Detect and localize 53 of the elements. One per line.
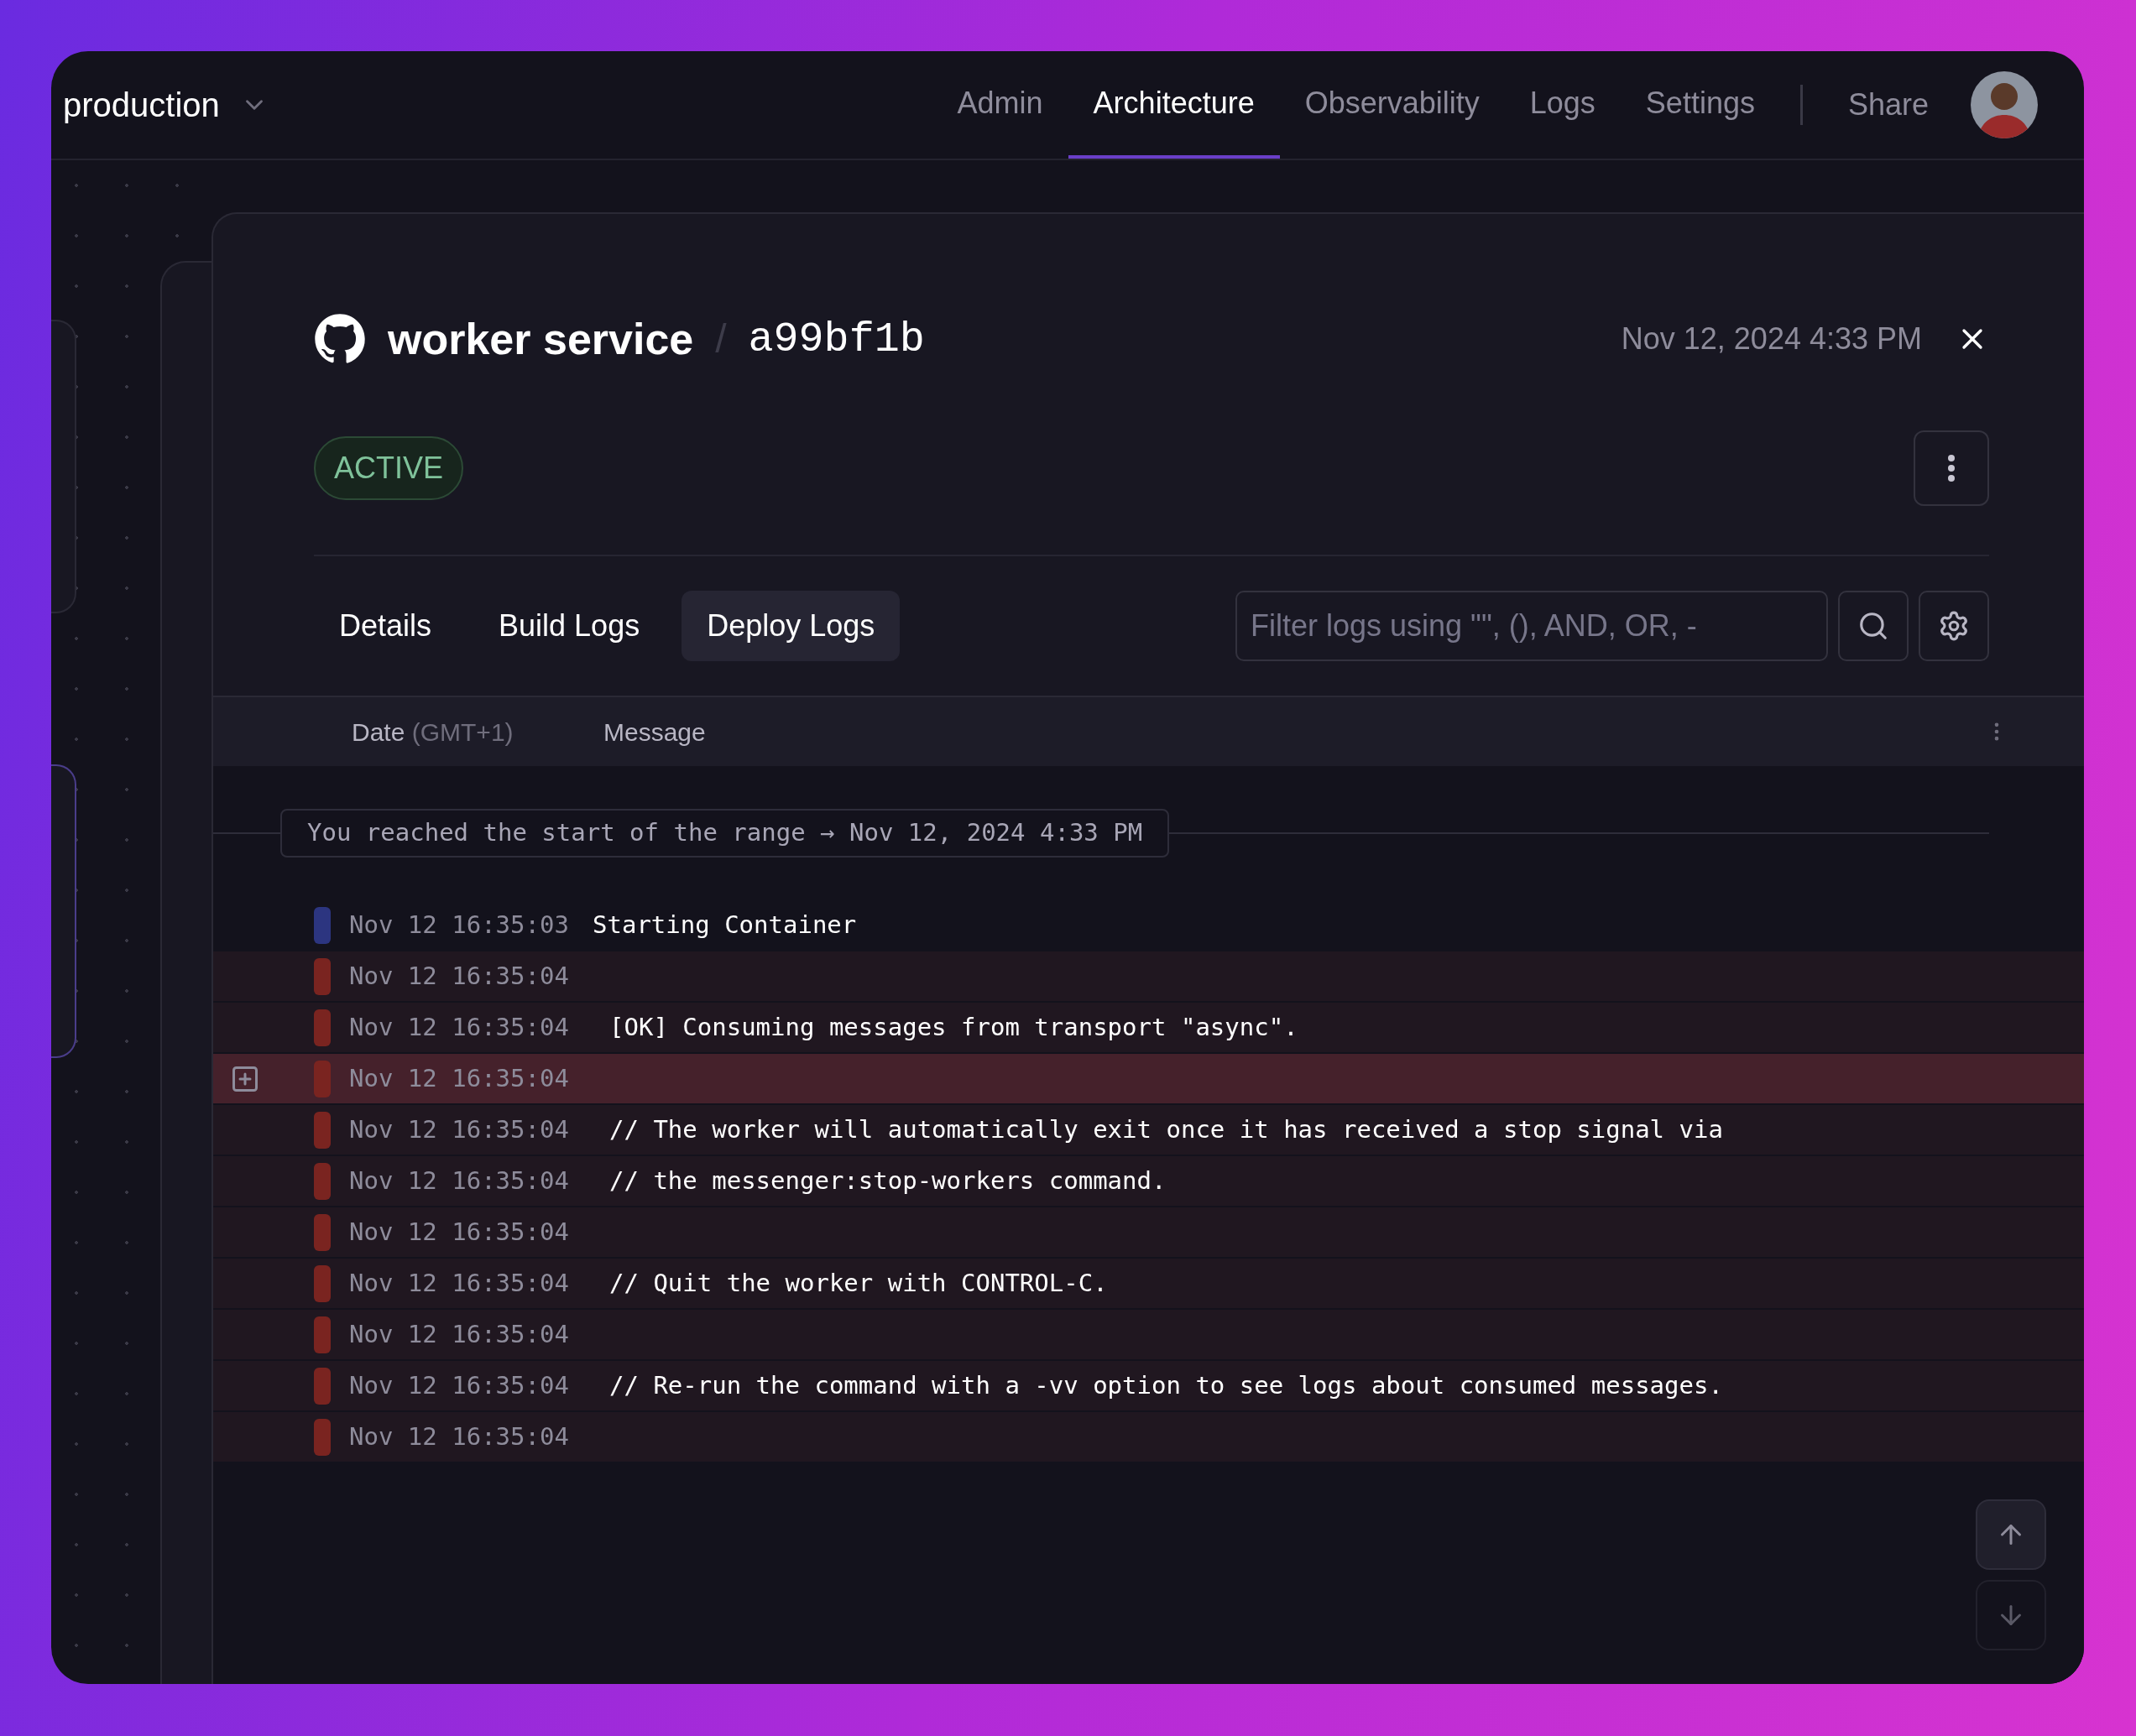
column-header: Message xyxy=(603,717,706,748)
log-message: Starting Container xyxy=(593,909,857,941)
more-icon xyxy=(1948,455,1955,482)
log-row[interactable]: Nov 12 16:35:04 xyxy=(213,1412,2084,1463)
log-time: Nov 12 16:35:04 xyxy=(349,1421,570,1452)
log-message: // the messenger:stop-workers command. xyxy=(609,1165,1167,1196)
github-icon xyxy=(314,313,366,365)
log-time: Nov 12 16:35:04 xyxy=(349,1369,570,1401)
nav-tab[interactable]: Logs xyxy=(1504,51,1621,159)
log-time: Nov 12 16:35:04 xyxy=(349,1113,570,1145)
log-row[interactable]: Nov 12 16:35:04 xyxy=(213,951,2084,1003)
log-time: Nov 12 16:35:04 xyxy=(349,1216,570,1248)
log-row[interactable]: Nov 12 16:35:04 // The worker will automatically exit once it has received a stop signal via xyxy=(213,1105,2084,1156)
log-row[interactable]: Nov 12 16:35:04 // Quit the worker with CONTROL-C. xyxy=(213,1259,2084,1310)
search-button[interactable] xyxy=(1838,591,1909,661)
project-name[interactable]: production xyxy=(63,80,220,130)
nav-tab[interactable]: Architecture xyxy=(1068,51,1280,159)
nav-tab[interactable]: Settings xyxy=(1620,51,1780,159)
panel-tab[interactable]: Build Logs xyxy=(473,591,666,661)
log-row[interactable]: Nov 12 16:35:04 // Re-run the command with a -vv option to see logs about consumed messages. xyxy=(213,1361,2084,1412)
log-time: Nov 12 16:35:03 xyxy=(349,909,570,941)
nav-tab[interactable]: Observability xyxy=(1279,51,1505,159)
log-time: Nov 12 16:35:04 xyxy=(349,1165,570,1196)
log-row[interactable]: Nov 12 16:35:04 xyxy=(213,1054,2084,1105)
settings-button[interactable] xyxy=(1919,591,1989,661)
log-message: // Quit the worker with CONTROL-C. xyxy=(609,1267,1108,1299)
log-time: Nov 12 16:35:04 xyxy=(349,1011,570,1043)
separator: / xyxy=(715,315,727,362)
log-message: // Re-run the command with a -vv option to see logs about consumed messages. xyxy=(609,1369,1723,1401)
log-message: // The worker will automatically exit once it has received a stop signal via xyxy=(609,1113,1723,1145)
panel-tab[interactable]: Deploy Logs xyxy=(682,591,901,661)
service-name: worker service xyxy=(388,314,694,365)
log-row[interactable]: Nov 12 16:35:04 // the messenger:stop-workers command. xyxy=(213,1156,2084,1207)
log-time: Nov 12 16:35:04 xyxy=(349,1318,570,1350)
log-time: Nov 12 16:35:04 xyxy=(349,1267,570,1299)
deploy-date: Nov 12, 2024 4:33 PM xyxy=(1621,321,1922,357)
scroll-up-button[interactable] xyxy=(1976,1499,2046,1570)
log-row[interactable]: Nov 12 16:35:04 xyxy=(213,1207,2084,1259)
share-link[interactable]: Share xyxy=(1822,82,1954,128)
nav-tab[interactable]: Admin xyxy=(932,51,1068,159)
log-row[interactable]: Nov 12 16:35:04 [OK] Consuming messages from transport "async". xyxy=(213,1003,2084,1054)
search-icon xyxy=(1857,610,1889,642)
panel-tab[interactable]: Details xyxy=(314,591,457,661)
settings-icon xyxy=(1938,610,1970,642)
log-row[interactable]: Nov 12 16:35:04 xyxy=(213,1310,2084,1361)
status-badge: ACTIVE xyxy=(314,436,464,500)
log-message: [OK] Consuming messages from transport "async". xyxy=(609,1011,1298,1043)
log-time: Nov 12 16:35:04 xyxy=(349,1062,570,1094)
column-header: Date (GMT+1) xyxy=(352,717,514,748)
log-time: Nov 12 16:35:04 xyxy=(349,960,570,992)
commit-hash: a99bf1b xyxy=(748,314,925,365)
filter-field[interactable]: Filter logs using "", (), AND, OR, - xyxy=(1235,591,1828,661)
range-marker: You reached the start of the range → Nov 12, 2024 4:33 PM xyxy=(280,809,1170,858)
